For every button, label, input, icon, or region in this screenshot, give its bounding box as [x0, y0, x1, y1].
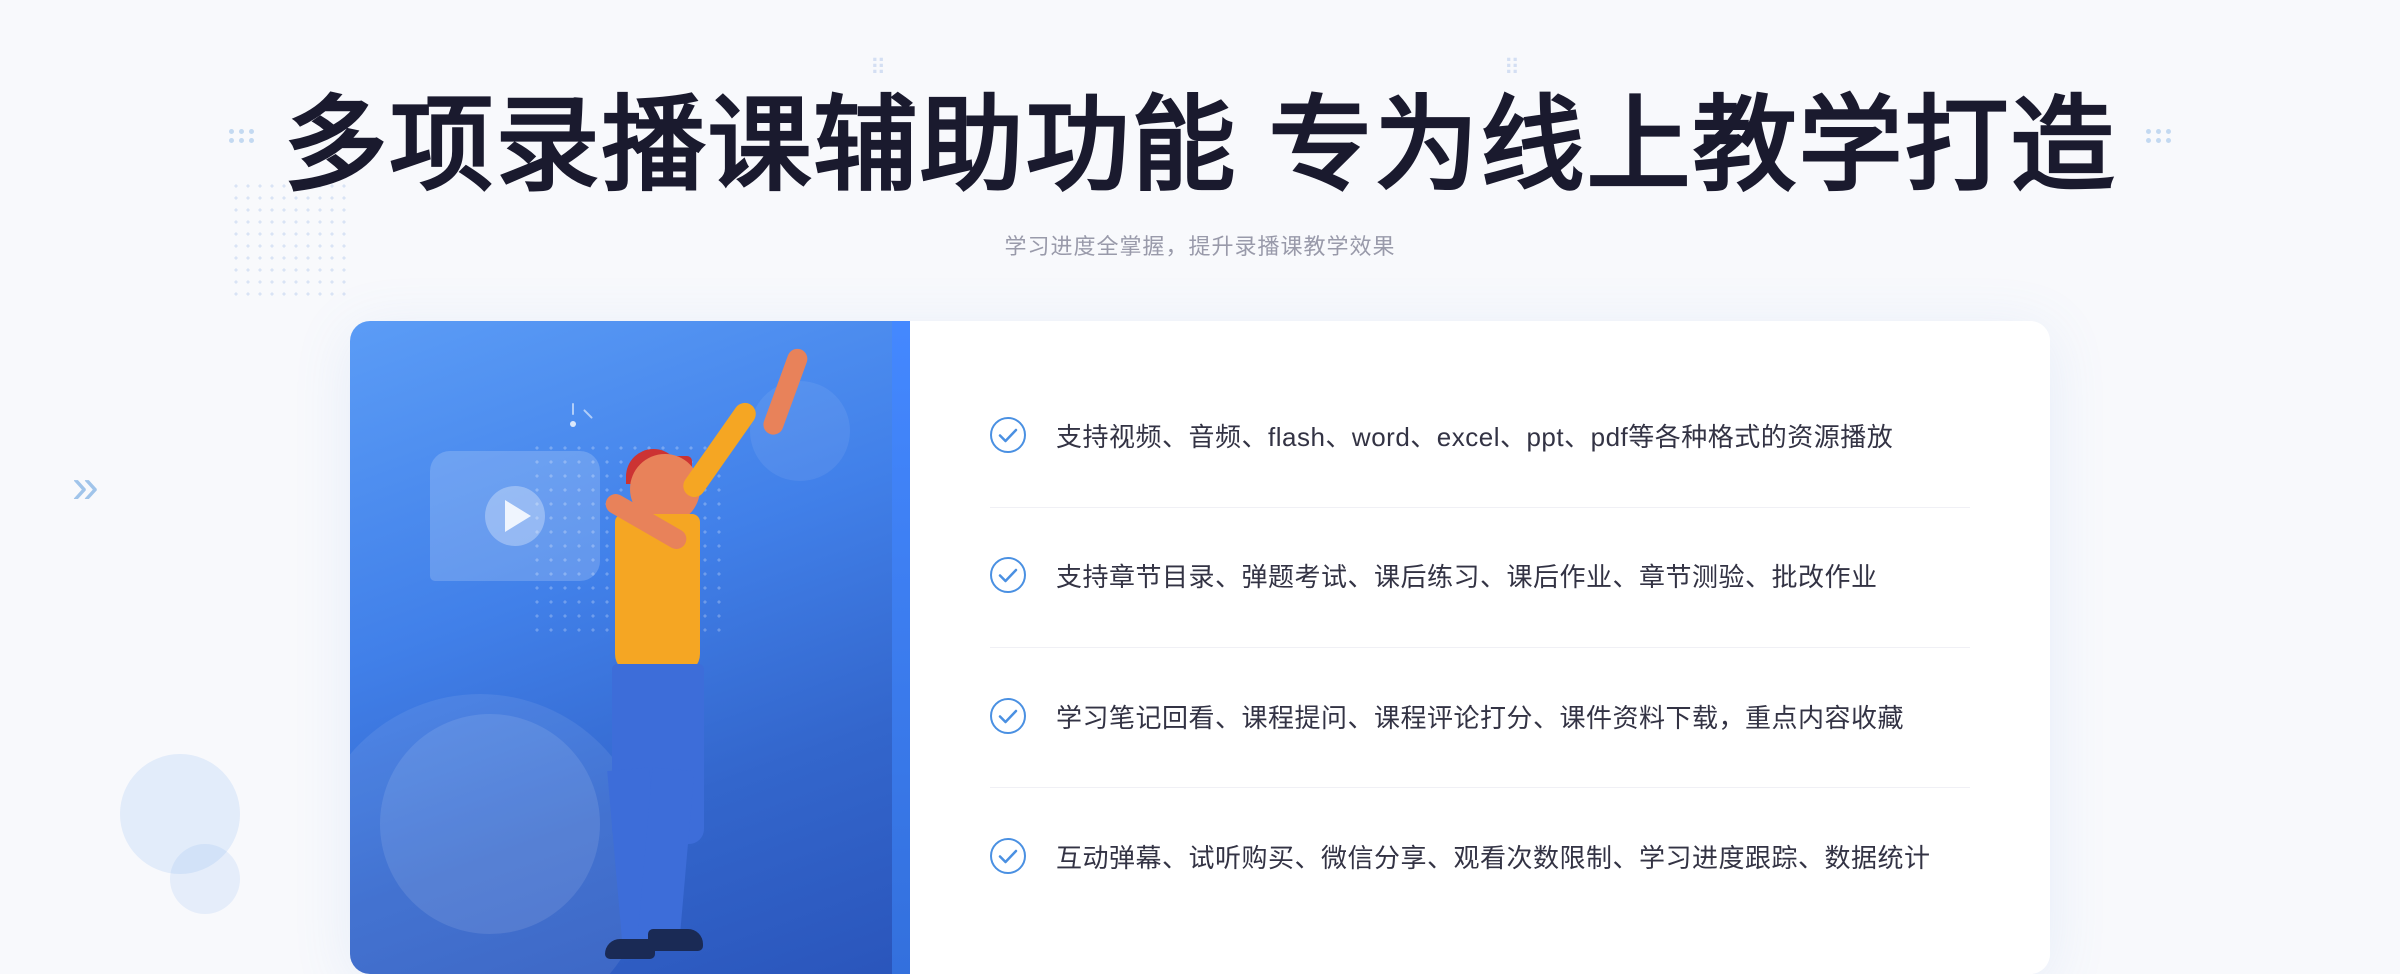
check-icon-2 [990, 557, 1026, 593]
main-title-container: 多项录播课辅助功能 专为线上教学打造 [229, 60, 2172, 211]
person-shoe-right [648, 929, 703, 951]
divider-3 [990, 787, 1970, 788]
page-title: 多项录播课辅助功能 专为线上教学打造 [284, 60, 2117, 211]
chevron-left-decoration: » [72, 460, 89, 515]
divider-2 [990, 647, 1970, 648]
feature-item-2: 支持章节目录、弹题考试、课后练习、课后作业、章节测验、批改作业 [990, 535, 1970, 619]
feature-item-3: 学习笔记回看、课程提问、课程评论打分、课件资料下载，重点内容收藏 [990, 676, 1970, 760]
title-dots-right-icon [2146, 129, 2171, 143]
divider-1 [990, 507, 1970, 508]
check-icon-3 [990, 698, 1026, 734]
deco-circle-small [170, 844, 240, 914]
check-icon-4 [990, 838, 1026, 874]
title-dots-left-icon [229, 129, 254, 143]
main-card: 支持视频、音频、flash、word、excel、ppt、pdf等各种格式的资源… [350, 321, 2050, 974]
illustration-panel [350, 321, 910, 974]
page-subtitle: 学习进度全掌握，提升录播课教学效果 [229, 229, 2172, 261]
feature-item-4: 互动弹幕、试听购买、微信分享、观看次数限制、学习进度跟踪、数据统计 [990, 816, 1970, 900]
page-container: » ⠿ ⠿ 多项录播课辅助功能 专为线上教学打造 学习进度全掌握，提升录播课教学… [0, 0, 2400, 974]
check-icon-1 [990, 417, 1026, 453]
figure-illustration [430, 394, 810, 974]
accent-bar [892, 321, 910, 974]
header-section: 多项录播课辅助功能 专为线上教学打造 学习进度全掌握，提升录播课教学效果 [229, 60, 2172, 261]
feature-text-3: 学习笔记回看、课程提问、课程评论打分、课件资料下载，重点内容收藏 [1056, 696, 1904, 740]
person-right-arm [679, 399, 760, 502]
feature-text-4: 互动弹幕、试听购买、微信分享、观看次数限制、学习进度跟踪、数据统计 [1056, 836, 1931, 880]
feature-text-1: 支持视频、音频、flash、word、excel、ppt、pdf等各种格式的资源… [1056, 415, 1893, 459]
feature-text-2: 支持章节目录、弹题考试、课后练习、课后作业、章节测验、批改作业 [1056, 555, 1878, 599]
feature-item-1: 支持视频、音频、flash、word、excel、ppt、pdf等各种格式的资源… [990, 395, 1970, 479]
content-panel: 支持视频、音频、flash、word、excel、ppt、pdf等各种格式的资源… [910, 321, 2050, 974]
